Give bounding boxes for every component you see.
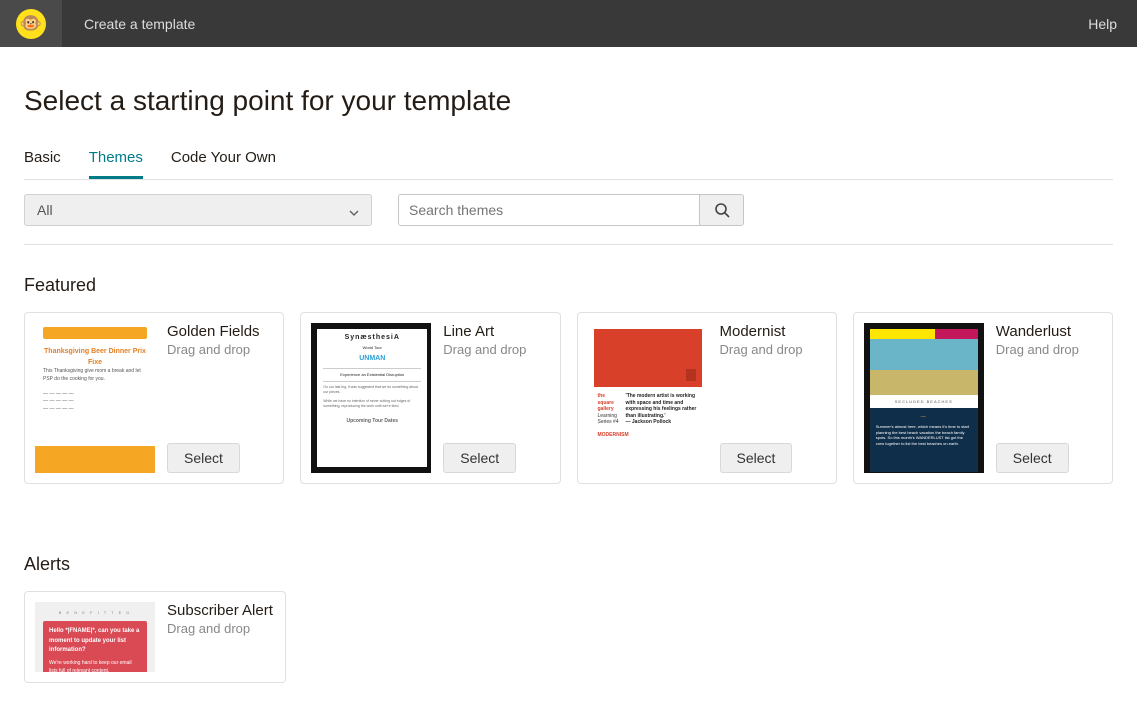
alerts-cards: B E N E F I T T E D Hello *|FNAME|*, can… (24, 591, 1113, 683)
breadcrumb: Create a template (84, 16, 195, 32)
template-card-subscriber-alert: B E N E F I T T E D Hello *|FNAME|*, can… (24, 591, 286, 683)
mailchimp-logo-icon: 🐵 (16, 9, 46, 39)
template-thumbnail: SECLUDED BEACHES — Summer's almost here,… (864, 323, 984, 473)
template-card-modernist: thesquaregalleryLearning Series #4MODERN… (577, 312, 837, 484)
template-subtitle: Drag and drop (720, 342, 826, 357)
select-button[interactable]: Select (996, 443, 1069, 473)
dropdown-value: All (37, 202, 53, 218)
featured-cards: Thanksgiving Beer Dinner Prix FixeThis T… (24, 312, 1113, 484)
template-subtitle: Drag and drop (167, 621, 275, 636)
template-title: Modernist (720, 323, 826, 340)
page-content: Select a starting point for your templat… (0, 47, 1137, 723)
template-thumbnail: thesquaregalleryLearning Series #4MODERN… (588, 323, 708, 473)
template-subtitle: Drag and drop (996, 342, 1102, 357)
select-button[interactable]: Select (720, 443, 793, 473)
logo[interactable]: 🐵 (0, 0, 62, 47)
section-title-featured: Featured (24, 275, 1113, 296)
template-card-golden-fields: Thanksgiving Beer Dinner Prix FixeThis T… (24, 312, 284, 484)
template-subtitle: Drag and drop (443, 342, 549, 357)
category-dropdown[interactable]: All (24, 194, 372, 226)
template-subtitle: Drag and drop (167, 342, 273, 357)
section-title-alerts: Alerts (24, 554, 1113, 575)
search-icon (714, 202, 730, 218)
template-title: Subscriber Alert (167, 602, 275, 619)
search-input[interactable] (399, 195, 699, 225)
select-button[interactable]: Select (167, 443, 240, 473)
search-box (398, 194, 744, 226)
topbar: 🐵 Create a template Help (0, 0, 1137, 47)
search-button[interactable] (699, 195, 743, 225)
chevron-down-icon (349, 205, 359, 215)
template-thumbnail: B E N E F I T T E D Hello *|FNAME|*, can… (35, 602, 155, 672)
template-title: Wanderlust (996, 323, 1102, 340)
tab-code-your-own[interactable]: Code Your Own (171, 143, 276, 179)
template-card-line-art: SynæsthesiA World Tour UNMAN Experience … (300, 312, 560, 484)
tab-themes[interactable]: Themes (89, 143, 143, 179)
template-thumbnail: Thanksgiving Beer Dinner Prix FixeThis T… (35, 323, 155, 473)
filter-bar: All (24, 194, 1113, 245)
template-thumbnail: SynæsthesiA World Tour UNMAN Experience … (311, 323, 431, 473)
page-title: Select a starting point for your templat… (24, 85, 1113, 117)
tabs: Basic Themes Code Your Own (24, 143, 1113, 180)
template-title: Golden Fields (167, 323, 273, 340)
select-button[interactable]: Select (443, 443, 516, 473)
help-link[interactable]: Help (1088, 16, 1117, 32)
template-card-wanderlust: SECLUDED BEACHES — Summer's almost here,… (853, 312, 1113, 484)
template-title: Line Art (443, 323, 549, 340)
tab-basic[interactable]: Basic (24, 143, 61, 179)
